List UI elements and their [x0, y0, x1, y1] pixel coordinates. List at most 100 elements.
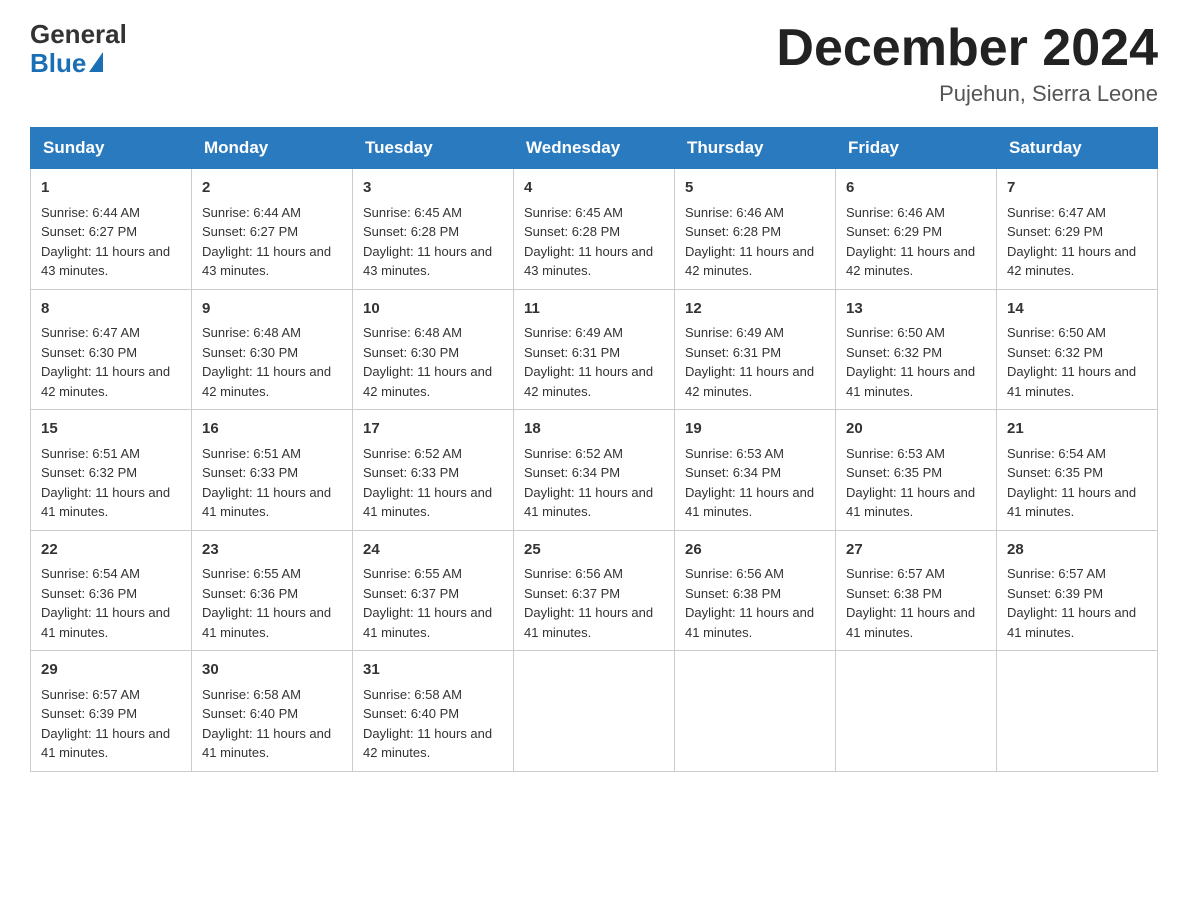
day-info: Sunrise: 6:45 AMSunset: 6:28 PMDaylight:…	[524, 205, 653, 279]
calendar-cell: 21 Sunrise: 6:54 AMSunset: 6:35 PMDaylig…	[997, 410, 1158, 531]
calendar-cell: 24 Sunrise: 6:55 AMSunset: 6:37 PMDaylig…	[353, 530, 514, 651]
day-info: Sunrise: 6:56 AMSunset: 6:38 PMDaylight:…	[685, 566, 814, 640]
day-info: Sunrise: 6:50 AMSunset: 6:32 PMDaylight:…	[846, 325, 975, 399]
day-info: Sunrise: 6:44 AMSunset: 6:27 PMDaylight:…	[41, 205, 170, 279]
calendar-cell: 26 Sunrise: 6:56 AMSunset: 6:38 PMDaylig…	[675, 530, 836, 651]
day-number: 21	[1007, 418, 1147, 441]
day-number: 5	[685, 177, 825, 200]
day-info: Sunrise: 6:45 AMSunset: 6:28 PMDaylight:…	[363, 205, 492, 279]
day-number: 14	[1007, 298, 1147, 321]
calendar-cell: 30 Sunrise: 6:58 AMSunset: 6:40 PMDaylig…	[192, 651, 353, 772]
day-info: Sunrise: 6:49 AMSunset: 6:31 PMDaylight:…	[524, 325, 653, 399]
calendar-cell: 2 Sunrise: 6:44 AMSunset: 6:27 PMDayligh…	[192, 169, 353, 290]
week-row-4: 22 Sunrise: 6:54 AMSunset: 6:36 PMDaylig…	[31, 530, 1158, 651]
day-info: Sunrise: 6:47 AMSunset: 6:29 PMDaylight:…	[1007, 205, 1136, 279]
header-row: Sunday Monday Tuesday Wednesday Thursday…	[31, 128, 1158, 169]
day-info: Sunrise: 6:57 AMSunset: 6:39 PMDaylight:…	[1007, 566, 1136, 640]
day-number: 8	[41, 298, 181, 321]
title-section: December 2024 Pujehun, Sierra Leone	[776, 20, 1158, 107]
day-info: Sunrise: 6:55 AMSunset: 6:37 PMDaylight:…	[363, 566, 492, 640]
calendar-cell: 6 Sunrise: 6:46 AMSunset: 6:29 PMDayligh…	[836, 169, 997, 290]
day-number: 12	[685, 298, 825, 321]
day-number: 30	[202, 659, 342, 682]
calendar-cell: 8 Sunrise: 6:47 AMSunset: 6:30 PMDayligh…	[31, 289, 192, 410]
day-number: 25	[524, 539, 664, 562]
calendar-subtitle: Pujehun, Sierra Leone	[776, 81, 1158, 107]
header-wednesday: Wednesday	[514, 128, 675, 169]
day-number: 18	[524, 418, 664, 441]
day-info: Sunrise: 6:44 AMSunset: 6:27 PMDaylight:…	[202, 205, 331, 279]
day-number: 10	[363, 298, 503, 321]
day-info: Sunrise: 6:46 AMSunset: 6:28 PMDaylight:…	[685, 205, 814, 279]
day-number: 26	[685, 539, 825, 562]
day-number: 15	[41, 418, 181, 441]
day-info: Sunrise: 6:52 AMSunset: 6:33 PMDaylight:…	[363, 446, 492, 520]
day-number: 13	[846, 298, 986, 321]
calendar-cell	[997, 651, 1158, 772]
calendar-cell: 7 Sunrise: 6:47 AMSunset: 6:29 PMDayligh…	[997, 169, 1158, 290]
day-number: 27	[846, 539, 986, 562]
calendar-cell: 5 Sunrise: 6:46 AMSunset: 6:28 PMDayligh…	[675, 169, 836, 290]
week-row-3: 15 Sunrise: 6:51 AMSunset: 6:32 PMDaylig…	[31, 410, 1158, 531]
day-info: Sunrise: 6:54 AMSunset: 6:35 PMDaylight:…	[1007, 446, 1136, 520]
day-number: 9	[202, 298, 342, 321]
day-info: Sunrise: 6:57 AMSunset: 6:38 PMDaylight:…	[846, 566, 975, 640]
calendar-table: Sunday Monday Tuesday Wednesday Thursday…	[30, 127, 1158, 772]
day-info: Sunrise: 6:57 AMSunset: 6:39 PMDaylight:…	[41, 687, 170, 761]
calendar-cell: 15 Sunrise: 6:51 AMSunset: 6:32 PMDaylig…	[31, 410, 192, 531]
header-thursday: Thursday	[675, 128, 836, 169]
calendar-cell: 13 Sunrise: 6:50 AMSunset: 6:32 PMDaylig…	[836, 289, 997, 410]
logo: General Blue	[30, 20, 127, 77]
calendar-cell: 1 Sunrise: 6:44 AMSunset: 6:27 PMDayligh…	[31, 169, 192, 290]
day-info: Sunrise: 6:48 AMSunset: 6:30 PMDaylight:…	[202, 325, 331, 399]
day-number: 6	[846, 177, 986, 200]
day-number: 4	[524, 177, 664, 200]
calendar-cell: 10 Sunrise: 6:48 AMSunset: 6:30 PMDaylig…	[353, 289, 514, 410]
header-friday: Friday	[836, 128, 997, 169]
calendar-cell: 19 Sunrise: 6:53 AMSunset: 6:34 PMDaylig…	[675, 410, 836, 531]
calendar-cell: 11 Sunrise: 6:49 AMSunset: 6:31 PMDaylig…	[514, 289, 675, 410]
logo-triangle-icon	[89, 52, 103, 72]
calendar-cell: 4 Sunrise: 6:45 AMSunset: 6:28 PMDayligh…	[514, 169, 675, 290]
calendar-cell: 23 Sunrise: 6:55 AMSunset: 6:36 PMDaylig…	[192, 530, 353, 651]
calendar-title: December 2024	[776, 20, 1158, 77]
calendar-cell: 22 Sunrise: 6:54 AMSunset: 6:36 PMDaylig…	[31, 530, 192, 651]
logo-general-text: General	[30, 20, 127, 49]
week-row-2: 8 Sunrise: 6:47 AMSunset: 6:30 PMDayligh…	[31, 289, 1158, 410]
day-info: Sunrise: 6:56 AMSunset: 6:37 PMDaylight:…	[524, 566, 653, 640]
logo-blue-text: Blue	[30, 49, 86, 78]
calendar-cell	[675, 651, 836, 772]
day-number: 22	[41, 539, 181, 562]
day-info: Sunrise: 6:54 AMSunset: 6:36 PMDaylight:…	[41, 566, 170, 640]
header-tuesday: Tuesday	[353, 128, 514, 169]
day-info: Sunrise: 6:49 AMSunset: 6:31 PMDaylight:…	[685, 325, 814, 399]
week-row-5: 29 Sunrise: 6:57 AMSunset: 6:39 PMDaylig…	[31, 651, 1158, 772]
day-number: 1	[41, 177, 181, 200]
day-number: 2	[202, 177, 342, 200]
day-info: Sunrise: 6:58 AMSunset: 6:40 PMDaylight:…	[363, 687, 492, 761]
day-number: 29	[41, 659, 181, 682]
calendar-cell: 29 Sunrise: 6:57 AMSunset: 6:39 PMDaylig…	[31, 651, 192, 772]
calendar-cell	[836, 651, 997, 772]
calendar-cell: 12 Sunrise: 6:49 AMSunset: 6:31 PMDaylig…	[675, 289, 836, 410]
day-info: Sunrise: 6:53 AMSunset: 6:34 PMDaylight:…	[685, 446, 814, 520]
calendar-cell	[514, 651, 675, 772]
day-info: Sunrise: 6:58 AMSunset: 6:40 PMDaylight:…	[202, 687, 331, 761]
day-number: 11	[524, 298, 664, 321]
day-number: 28	[1007, 539, 1147, 562]
day-number: 20	[846, 418, 986, 441]
day-info: Sunrise: 6:50 AMSunset: 6:32 PMDaylight:…	[1007, 325, 1136, 399]
day-number: 24	[363, 539, 503, 562]
calendar-cell: 20 Sunrise: 6:53 AMSunset: 6:35 PMDaylig…	[836, 410, 997, 531]
day-info: Sunrise: 6:51 AMSunset: 6:32 PMDaylight:…	[41, 446, 170, 520]
calendar-cell: 28 Sunrise: 6:57 AMSunset: 6:39 PMDaylig…	[997, 530, 1158, 651]
week-row-1: 1 Sunrise: 6:44 AMSunset: 6:27 PMDayligh…	[31, 169, 1158, 290]
day-info: Sunrise: 6:52 AMSunset: 6:34 PMDaylight:…	[524, 446, 653, 520]
calendar-cell: 27 Sunrise: 6:57 AMSunset: 6:38 PMDaylig…	[836, 530, 997, 651]
day-info: Sunrise: 6:48 AMSunset: 6:30 PMDaylight:…	[363, 325, 492, 399]
day-info: Sunrise: 6:51 AMSunset: 6:33 PMDaylight:…	[202, 446, 331, 520]
calendar-cell: 25 Sunrise: 6:56 AMSunset: 6:37 PMDaylig…	[514, 530, 675, 651]
page-header: General Blue December 2024 Pujehun, Sier…	[30, 20, 1158, 107]
calendar-cell: 16 Sunrise: 6:51 AMSunset: 6:33 PMDaylig…	[192, 410, 353, 531]
calendar-cell: 18 Sunrise: 6:52 AMSunset: 6:34 PMDaylig…	[514, 410, 675, 531]
